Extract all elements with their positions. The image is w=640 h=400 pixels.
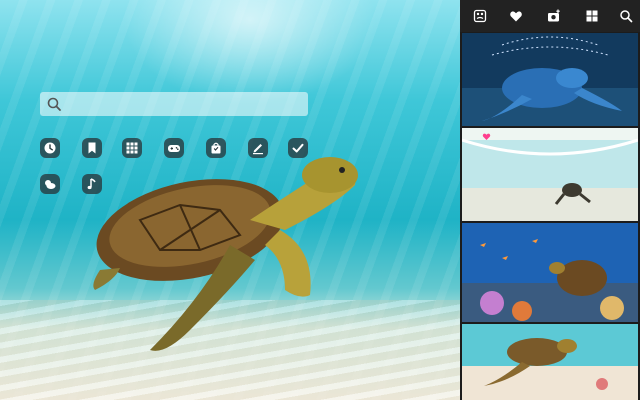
check-icon (292, 143, 304, 153)
weather-icon (45, 180, 56, 189)
quick-link-apps[interactable] (122, 138, 142, 158)
thumbnail-image (462, 128, 638, 221)
thumbnail-image (462, 324, 638, 400)
wallpaper-gallery-sidebar (460, 0, 640, 400)
toolbar-grid-button[interactable] (584, 8, 600, 24)
quick-link-notes[interactable] (248, 138, 268, 158)
search-icon (47, 97, 61, 111)
thumbnail-image (462, 33, 638, 126)
grid-icon (586, 10, 598, 22)
gallery-toolbar (460, 0, 640, 32)
wallpaper-background (0, 0, 460, 400)
gallery-thumbnail[interactable] (462, 223, 638, 322)
gamepad-icon (168, 145, 180, 152)
thumbnail-image (462, 223, 638, 322)
quick-link-shopping[interactable] (206, 138, 226, 158)
bookmark-icon (88, 142, 96, 154)
toolbar-add-photo-button[interactable] (546, 8, 562, 24)
search-icon (620, 10, 633, 23)
gallery-thumbnail[interactable] (462, 128, 638, 221)
quick-link-weather[interactable] (40, 174, 60, 194)
search-bar[interactable] (40, 92, 308, 116)
apps-grid-icon (126, 142, 138, 154)
gallery-thumbnail[interactable] (462, 324, 638, 400)
edit-icon (253, 144, 263, 155)
history-icon (44, 142, 56, 154)
shopping-bag-icon (211, 142, 221, 154)
sea-turtle-image (93, 157, 358, 351)
toolbar-search-button[interactable] (618, 8, 634, 24)
heart-icon (510, 11, 522, 22)
gallery-thumbnail[interactable] (462, 33, 638, 126)
toolbar-favorites-button[interactable] (508, 8, 524, 24)
toolbar-photo-button[interactable] (472, 8, 488, 24)
music-icon (87, 178, 96, 190)
liked-heart-icon (482, 133, 491, 141)
camera-add-icon (548, 9, 560, 22)
quick-link-history[interactable] (40, 138, 60, 158)
quick-link-tasks[interactable] (288, 138, 308, 158)
search-input[interactable] (62, 92, 308, 116)
quick-link-music[interactable] (82, 174, 102, 194)
photo-icon (473, 9, 487, 23)
quick-link-games[interactable] (164, 138, 184, 158)
quick-link-bookmarks[interactable] (82, 138, 102, 158)
